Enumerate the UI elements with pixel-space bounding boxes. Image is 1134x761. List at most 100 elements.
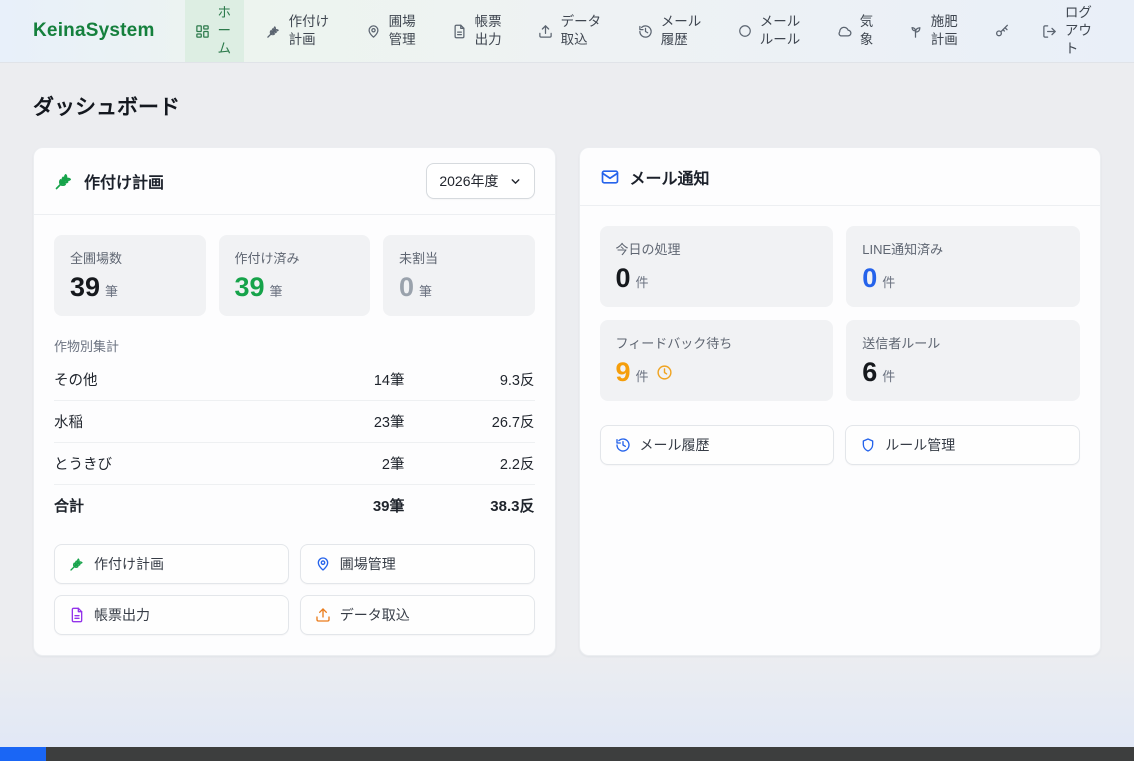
planting-plan-button[interactable]: 作付け計画 (54, 544, 289, 584)
chevron-down-icon (509, 175, 522, 188)
nav-item-label: メール履歴 (661, 13, 706, 49)
button-label: メール履歴 (640, 435, 710, 455)
nav-item-home[interactable]: ホーム (185, 0, 244, 62)
data-import-button[interactable]: データ取込 (300, 595, 535, 635)
crop-name: とうきび (54, 453, 295, 474)
stat-sender-rules: 送信者ルール 6件 (846, 320, 1080, 401)
dashboard-icon (195, 24, 210, 39)
top-nav-bar: KeinaSystem ホーム 作付け計画 圃場管理 帳票出力 データ取込 メー… (0, 0, 1134, 63)
card-title: 作付け計画 (84, 169, 164, 193)
stat-value: 39 (70, 274, 100, 301)
planting-plan-card: 作付け計画 2026年度 全圃場数 39筆 作付け済み 39筆 (33, 147, 556, 656)
report-output-button[interactable]: 帳票出力 (54, 595, 289, 635)
file-text-icon (452, 24, 467, 39)
stat-value: 39 (235, 274, 265, 301)
stat-planted: 作付け済み 39筆 (219, 235, 371, 316)
taskbar-blue-segment (0, 747, 46, 761)
upload-icon (315, 607, 331, 623)
card-title: メール通知 (630, 165, 710, 189)
table-total-row: 合計 39筆 38.3反 (54, 485, 535, 526)
stat-unit: 件 (882, 366, 895, 385)
stat-today-processed: 今日の処理 0件 (600, 226, 834, 307)
stat-unit: 件 (636, 366, 649, 385)
table-row: 水稲 23筆 26.7反 (54, 401, 535, 443)
nav-item-planting-plan[interactable]: 作付け計画 (256, 0, 344, 62)
year-select[interactable]: 2026年度 (426, 163, 534, 199)
crop-count: 14筆 (295, 369, 405, 390)
key-icon (994, 23, 1010, 39)
upload-icon (538, 24, 553, 39)
stat-label: 作付け済み (235, 248, 355, 267)
file-text-icon (69, 607, 85, 623)
main-content: ダッシュボード 作付け計画 2026年度 全圃場数 39筆 (0, 63, 1134, 747)
history-icon (615, 437, 631, 453)
stat-total-fields: 全圃場数 39筆 (54, 235, 206, 316)
button-label: 圃場管理 (340, 554, 396, 574)
crop-summary-table: その他 14筆 9.3反 水稲 23筆 26.7反 とうきび 2筆 2.2反 (54, 359, 535, 526)
nav-item-label: メールルール (760, 13, 805, 49)
clock-icon (656, 364, 673, 381)
field-management-button[interactable]: 圃場管理 (300, 544, 535, 584)
nav-item-mail-history[interactable]: メール履歴 (628, 0, 716, 62)
stat-label: 未割当 (399, 248, 519, 267)
stat-unit: 件 (636, 272, 649, 291)
crop-name: 水稲 (54, 411, 295, 432)
mail-card-header: メール通知 (580, 148, 1101, 206)
table-row: その他 14筆 9.3反 (54, 359, 535, 401)
button-label: ルール管理 (885, 435, 955, 455)
stat-line-notified: LINE通知済み 0件 (846, 226, 1080, 307)
crop-name: その他 (54, 369, 295, 390)
wheat-icon (69, 556, 85, 572)
nav-item-label: ログアウト (1065, 4, 1096, 59)
crop-area: 2.2反 (405, 453, 535, 474)
nav-item-report-output[interactable]: 帳票出力 (442, 0, 516, 62)
mail-icon (600, 167, 620, 187)
total-label: 合計 (54, 495, 295, 516)
nav-item-mail-rules[interactable]: メールルール (728, 0, 815, 62)
nav-items: ホーム 作付け計画 圃場管理 帳票出力 データ取込 メール履歴 メールルール (185, 0, 1134, 62)
stat-label: フィードバック待ち (616, 333, 818, 352)
bottom-taskbar-strip (0, 747, 1134, 761)
crop-area: 9.3反 (405, 369, 535, 390)
mail-history-button[interactable]: メール履歴 (600, 425, 835, 465)
crop-summary-caption: 作物別集計 (54, 336, 535, 355)
nav-item-fertilization-plan[interactable]: 施肥計画 (898, 0, 972, 62)
nav-item-logout[interactable]: ログアウト (1032, 0, 1106, 62)
wheat-icon (54, 171, 74, 191)
nav-item-field-management[interactable]: 圃場管理 (356, 0, 430, 62)
nav-item-password-key[interactable] (984, 0, 1020, 62)
stat-unit: 筆 (105, 281, 118, 300)
stat-label: 送信者ルール (862, 333, 1064, 352)
nav-item-data-import[interactable]: データ取込 (528, 0, 616, 62)
stat-unassigned: 未割当 0筆 (383, 235, 535, 316)
circle-icon (738, 24, 752, 38)
shield-icon (860, 437, 876, 453)
button-label: データ取込 (340, 605, 410, 625)
stat-label: 今日の処理 (616, 239, 818, 258)
stat-label: LINE通知済み (862, 239, 1064, 258)
map-pin-icon (366, 24, 381, 39)
logout-icon (1042, 24, 1057, 39)
wheat-icon (266, 24, 281, 39)
stat-value: 9 (616, 359, 631, 386)
nav-item-label: 作付け計画 (289, 13, 334, 49)
nav-item-label: 施肥計画 (931, 13, 962, 49)
stat-value: 0 (862, 265, 877, 292)
nav-item-weather[interactable]: 気象 (827, 0, 886, 62)
nav-item-label: データ取込 (561, 13, 606, 49)
app-logo[interactable]: KeinaSystem (0, 0, 169, 62)
stat-value: 0 (616, 265, 631, 292)
stat-value: 6 (862, 359, 877, 386)
planting-plan-card-header: 作付け計画 2026年度 (34, 148, 555, 215)
crop-count: 2筆 (295, 453, 405, 474)
nav-item-label: ホーム (218, 4, 234, 59)
nav-item-label: 気象 (860, 13, 876, 49)
crop-area: 26.7反 (405, 411, 535, 432)
sprout-icon (908, 24, 923, 39)
stat-unit: 件 (882, 272, 895, 291)
map-pin-icon (315, 556, 331, 572)
mail-notification-card: メール通知 今日の処理 0件 LINE通知済み 0件 フィードバック待ち (579, 147, 1102, 656)
page-title: ダッシュボード (33, 91, 1101, 121)
rule-management-button[interactable]: ルール管理 (845, 425, 1080, 465)
nav-item-label: 帳票出力 (475, 13, 506, 49)
